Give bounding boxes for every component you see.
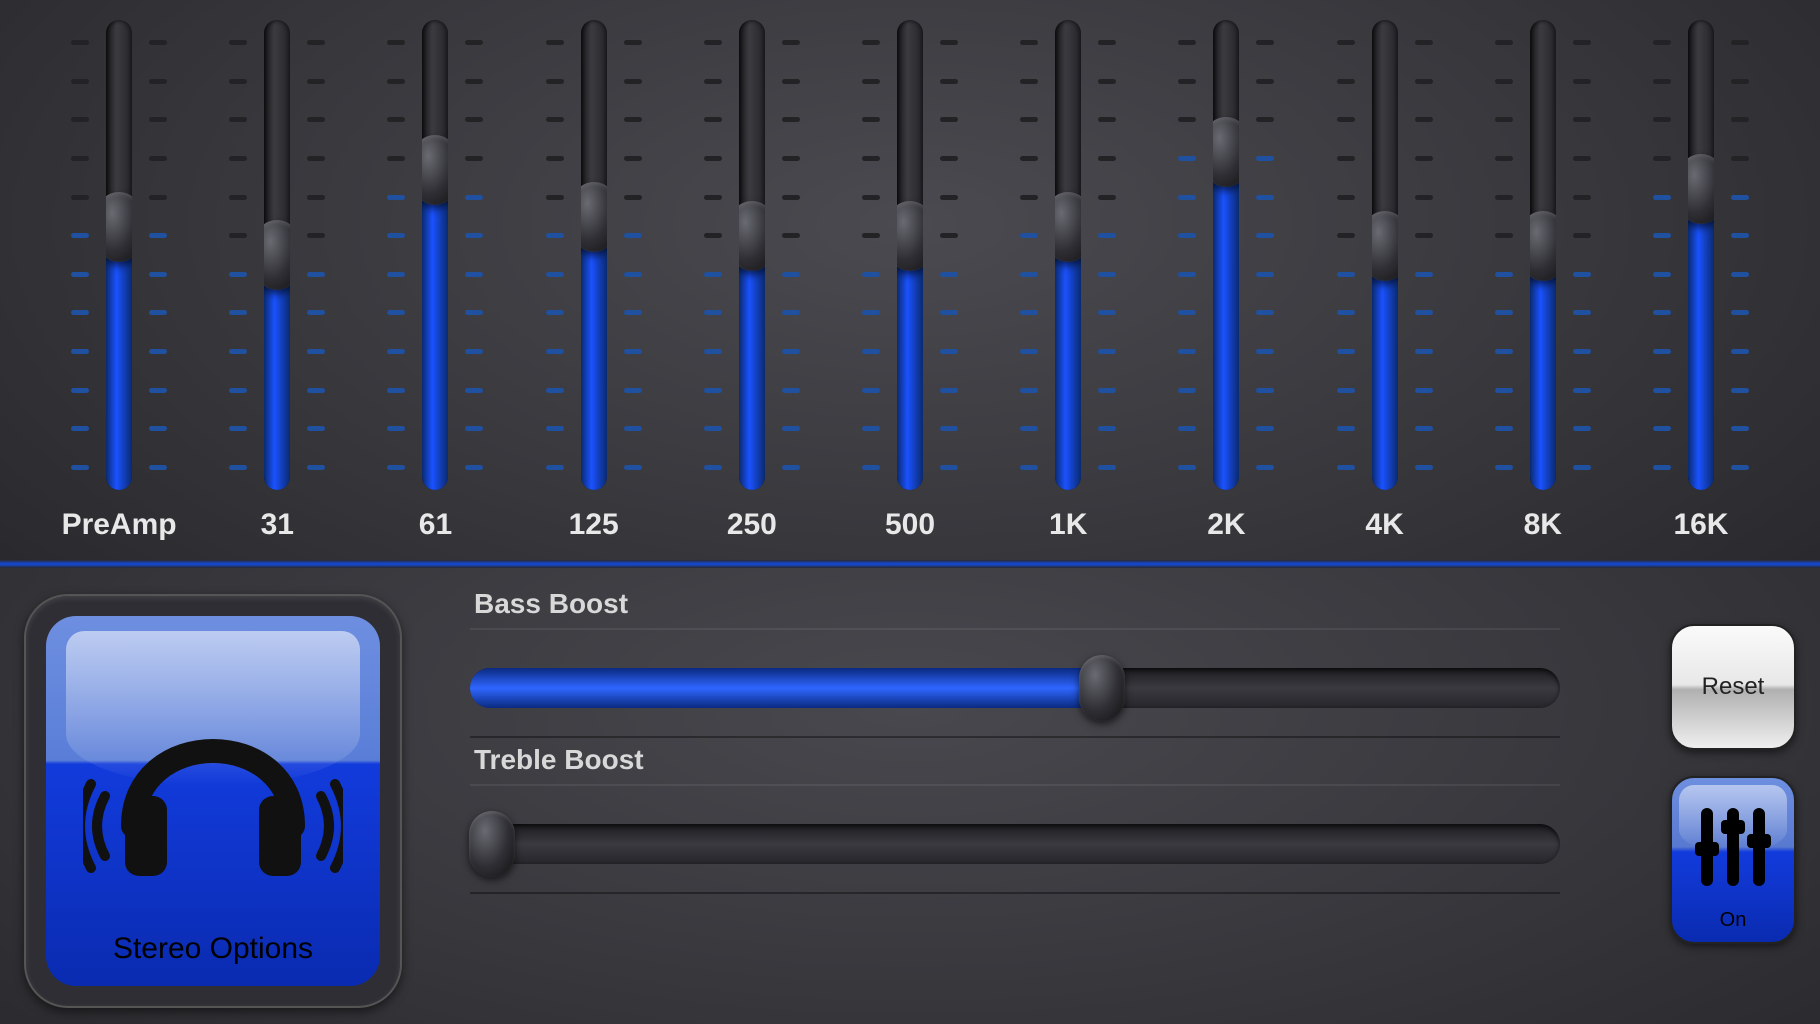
eq-slider-250[interactable] (692, 20, 812, 490)
eq-slider-500[interactable] (850, 20, 970, 490)
eq-slider-2k[interactable] (1166, 20, 1286, 490)
headphones-icon (83, 676, 343, 896)
eq-band-125: 125 (515, 20, 673, 542)
eq-slider-61[interactable] (375, 20, 495, 490)
eq-slider-125[interactable] (534, 20, 654, 490)
bass-boost-label: Bass Boost (474, 588, 1560, 620)
eq-band-label: 250 (727, 508, 777, 542)
eq-band-label: 125 (569, 508, 619, 542)
eq-on-label: On (1672, 909, 1794, 932)
boost-sliders: Bass Boost Treble Boost (470, 588, 1560, 1024)
eq-band-61: 61 (356, 20, 514, 542)
lower-panel: Stereo Options Bass Boost Treble Boost (0, 568, 1820, 1024)
equalizer-panel: PreAmp 31 61 125 250 500 1K 2K 4K 8K 16K (0, 0, 1820, 560)
eq-band-preamp: PreAmp (40, 20, 198, 542)
eq-band-label: 31 (261, 508, 294, 542)
eq-band-label: 16K (1673, 508, 1728, 542)
eq-band-label: 1K (1049, 508, 1087, 542)
eq-slider-1k[interactable] (1008, 20, 1128, 490)
eq-band-label: PreAmp (62, 508, 177, 542)
eq-band-250: 250 (673, 20, 831, 542)
eq-band-31: 31 (198, 20, 356, 542)
reset-label: Reset (1702, 673, 1765, 701)
bass-boost-section: Bass Boost (470, 588, 1560, 738)
eq-slider-16k[interactable] (1641, 20, 1761, 490)
side-buttons: Reset On (1670, 624, 1796, 944)
eq-slider-31[interactable] (217, 20, 337, 490)
eq-band-label: 500 (885, 508, 935, 542)
panel-divider (0, 560, 1820, 568)
eq-slider-preamp[interactable] (59, 20, 179, 490)
treble-boost-label: Treble Boost (474, 744, 1560, 776)
eq-band-label: 61 (419, 508, 452, 542)
reset-button[interactable]: Reset (1670, 624, 1796, 750)
equalizer-icon (1701, 808, 1765, 886)
eq-band-label: 4K (1365, 508, 1403, 542)
eq-band-label: 2K (1207, 508, 1245, 542)
bass-boost-slider[interactable] (470, 628, 1560, 738)
eq-band-4k: 4K (1306, 20, 1464, 542)
eq-band-label: 8K (1524, 508, 1562, 542)
eq-band-2k: 2K (1147, 20, 1305, 542)
eq-band-500: 500 (831, 20, 989, 542)
eq-band-16k: 16K (1622, 20, 1780, 542)
eq-band-8k: 8K (1464, 20, 1622, 542)
eq-band-1k: 1K (989, 20, 1147, 542)
eq-on-button[interactable]: On (1670, 776, 1796, 944)
eq-slider-4k[interactable] (1325, 20, 1445, 490)
stereo-options-label: Stereo Options (46, 932, 380, 966)
treble-boost-slider[interactable] (470, 784, 1560, 894)
stereo-options-inner: Stereo Options (46, 616, 380, 986)
treble-boost-section: Treble Boost (470, 744, 1560, 894)
stereo-options-button[interactable]: Stereo Options (24, 594, 402, 1008)
eq-slider-8k[interactable] (1483, 20, 1603, 490)
